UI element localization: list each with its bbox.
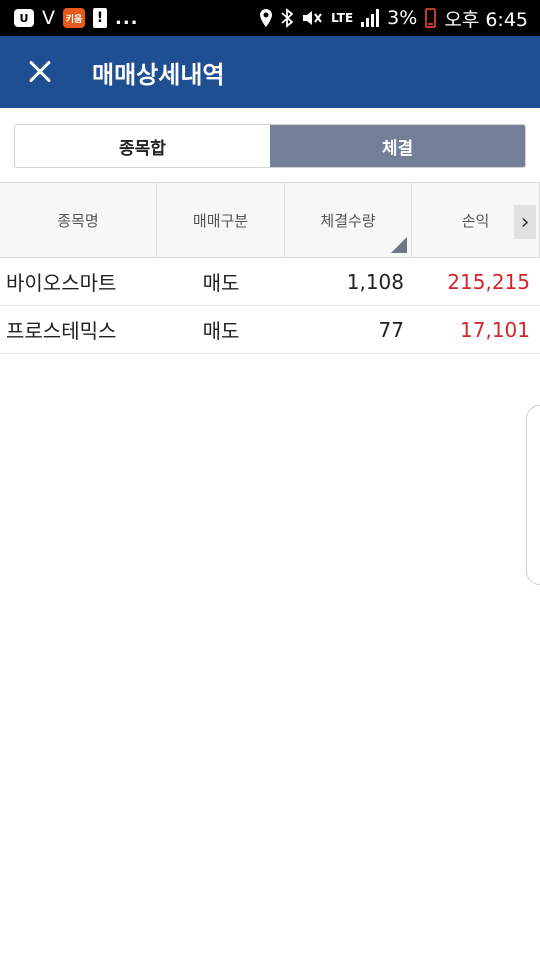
table-row[interactable]: 바이오스마트 매도 1,108 215,215 xyxy=(0,258,540,306)
col-header-exec-qty[interactable]: 체결수량 xyxy=(285,183,412,257)
cell-stock-name: 바이오스마트 xyxy=(6,271,117,295)
close-icon[interactable] xyxy=(24,56,56,88)
clock: 오후 6:45 xyxy=(444,8,528,31)
cell-stock-name: 프로스테믹스 xyxy=(6,319,117,343)
edge-panel-handle[interactable] xyxy=(526,405,540,585)
u-app-icon: U xyxy=(14,9,34,27)
alert-icon: ! xyxy=(93,8,107,28)
col-header-stock-name[interactable]: 종목명 xyxy=(0,183,157,257)
status-bar: U V 키움 ! ... LTE 3% 오후 6:45 xyxy=(0,0,540,36)
tab-summary[interactable]: 종목합 xyxy=(15,125,270,167)
app-header: 매매상세내역 xyxy=(0,36,540,108)
bluetooth-icon xyxy=(281,8,294,28)
tab-executions[interactable]: 체결 xyxy=(270,125,525,167)
more-notifications-icon: ... xyxy=(115,7,139,29)
battery-icon xyxy=(425,8,437,28)
cell-pnl: 17,101 xyxy=(460,317,530,342)
col-header-trade-type[interactable]: 매매구분 xyxy=(157,183,285,257)
col-header-exec-qty-label: 체결수량 xyxy=(320,211,376,230)
mute-icon xyxy=(301,8,323,28)
cell-exec-qty: 1,108 xyxy=(346,269,404,294)
sort-indicator-icon xyxy=(391,237,407,253)
cell-pnl: 215,215 xyxy=(447,269,530,294)
trade-detail-table: 종목명 매매구분 체결수량 손익 › 바이오스마트 매도 1,108 215,2… xyxy=(0,182,540,585)
status-bar-right: LTE 3% 오후 6:45 xyxy=(259,5,528,32)
v-app-icon: V xyxy=(42,7,55,29)
location-icon xyxy=(259,8,273,28)
cell-trade-type: 매도 xyxy=(202,271,240,295)
lte-indicator: LTE xyxy=(331,11,354,25)
battery-percent: 3% xyxy=(387,7,418,29)
segmented-control: 종목합 체결 xyxy=(14,124,526,168)
page-title: 매매상세내역 xyxy=(92,60,225,89)
kiwoom-app-icon: 키움 xyxy=(63,8,85,28)
signal-icon xyxy=(361,9,380,27)
cell-trade-type: 매도 xyxy=(202,319,240,343)
table-row[interactable]: 프로스테믹스 매도 77 17,101 xyxy=(0,306,540,354)
cell-exec-qty: 77 xyxy=(378,317,404,342)
status-bar-left: U V 키움 ! ... xyxy=(14,7,139,29)
tab-bar: 종목합 체결 xyxy=(0,108,540,182)
table-header: 종목명 매매구분 체결수량 손익 › xyxy=(0,183,540,258)
chevron-right-icon[interactable]: › xyxy=(514,205,536,239)
